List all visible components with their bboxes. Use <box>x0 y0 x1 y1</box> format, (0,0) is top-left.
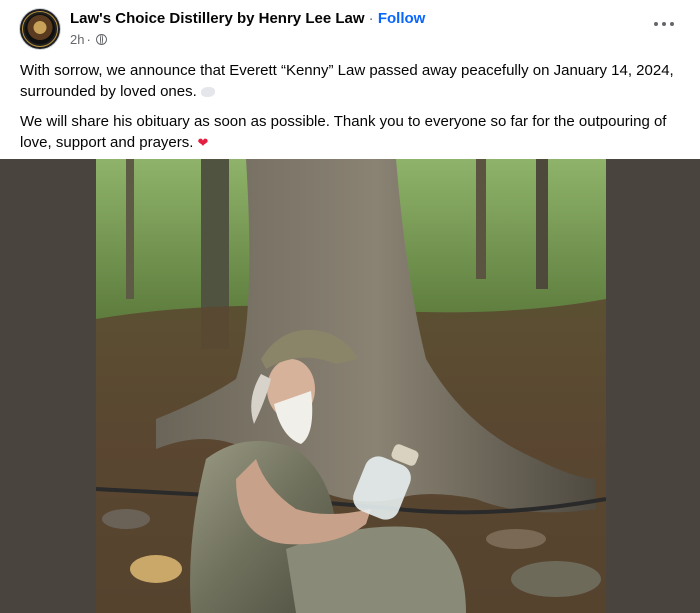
page-avatar[interactable] <box>20 9 60 49</box>
post-paragraph-2: We will share his obituary as soon as po… <box>20 111 685 153</box>
post-paragraph-1: With sorrow, we announce that Everett “K… <box>20 60 685 102</box>
paragraph-1-text: With sorrow, we announce that Everett “K… <box>20 62 674 100</box>
meta-separator: · <box>86 32 91 47</box>
post-photo[interactable] <box>96 159 606 613</box>
name-separator: · <box>368 10 374 27</box>
globe-icon <box>95 34 107 45</box>
dot-icon <box>670 22 674 26</box>
follow-button[interactable]: Follow <box>378 10 426 27</box>
post-time[interactable]: 2h <box>70 32 84 47</box>
post-text: With sorrow, we announce that Everett “K… <box>20 60 685 162</box>
page-name[interactable]: Law's Choice Distillery by Henry Lee Law <box>70 10 365 27</box>
dot-icon <box>654 22 658 26</box>
post-media[interactable] <box>0 159 700 613</box>
facebook-post: Law's Choice Distillery by Henry Lee Law… <box>0 0 700 613</box>
paragraph-2-text: We will share his obituary as soon as po… <box>20 113 667 151</box>
post-meta: 2h · <box>70 32 107 47</box>
more-options-icon[interactable] <box>654 18 674 30</box>
dot-icon <box>662 22 666 26</box>
page-name-line: Law's Choice Distillery by Henry Lee Law… <box>70 10 425 27</box>
photo-illustration <box>96 159 606 613</box>
post-header: Law's Choice Distillery by Henry Lee Law… <box>0 0 700 56</box>
heart-icon: ❤ <box>197 135 209 150</box>
dove-icon <box>200 87 215 98</box>
avatar-ring <box>22 11 58 47</box>
